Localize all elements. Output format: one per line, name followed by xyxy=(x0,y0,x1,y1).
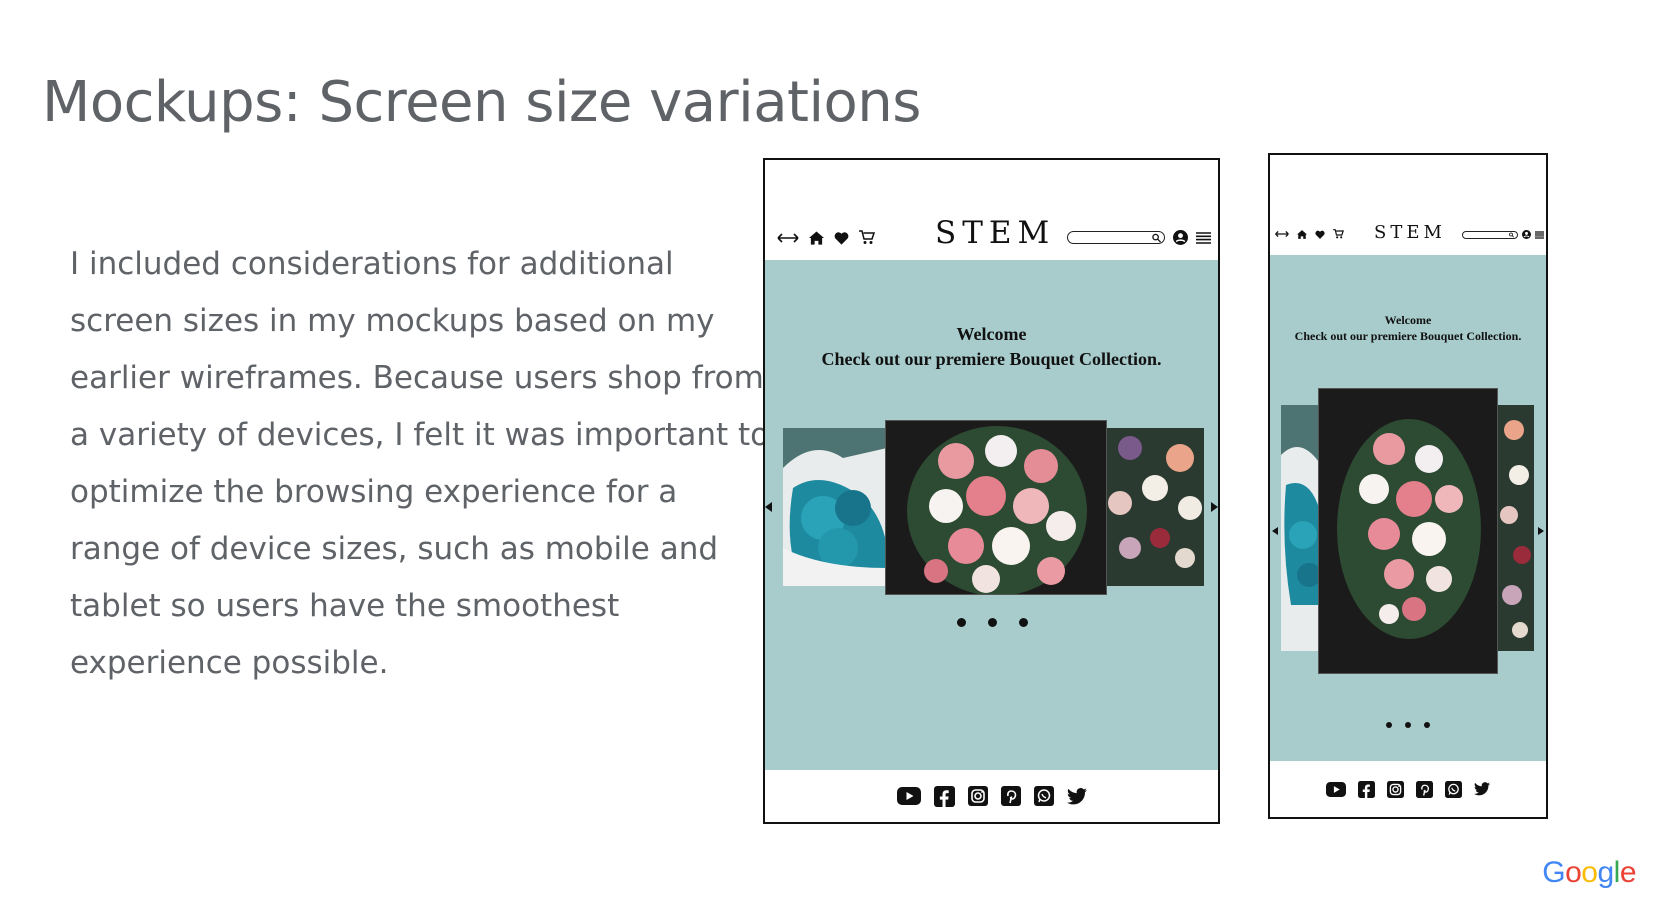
mobile-header: STEM xyxy=(1270,155,1546,255)
pinterest-icon[interactable] xyxy=(1000,786,1021,806)
home-icon[interactable] xyxy=(1297,229,1307,239)
back-forward-icon[interactable] xyxy=(777,232,799,244)
mobile-carousel-image-right[interactable] xyxy=(1494,405,1534,651)
tablet-carousel-dots[interactable] xyxy=(957,618,1028,627)
mobile-hero-section: Welcome Check out our premiere Bouquet C… xyxy=(1270,255,1546,763)
tablet-brand-logo[interactable]: STEM xyxy=(935,215,1055,251)
whatsapp-icon[interactable] xyxy=(1033,786,1054,806)
mobile-welcome-subheading: Check out our premiere Bouquet Collectio… xyxy=(1294,329,1522,343)
tablet-hero-section: Welcome Check out our premiere Bouquet C… xyxy=(765,260,1218,772)
cart-icon[interactable] xyxy=(1333,229,1344,239)
pinterest-icon[interactable] xyxy=(1416,780,1433,798)
search-icon[interactable] xyxy=(1509,232,1514,237)
mobile-search-input[interactable] xyxy=(1462,230,1518,239)
heart-icon[interactable] xyxy=(834,231,849,245)
mobile-carousel-image-left[interactable] xyxy=(1281,405,1321,651)
cart-icon[interactable] xyxy=(859,230,875,245)
mobile-carousel-dots[interactable] xyxy=(1386,722,1430,728)
instagram-icon[interactable] xyxy=(1387,780,1404,798)
carousel-dot[interactable] xyxy=(1405,722,1411,728)
home-icon[interactable] xyxy=(809,230,824,245)
carousel-dot[interactable] xyxy=(1386,722,1392,728)
account-icon[interactable] xyxy=(1173,230,1188,245)
account-icon[interactable] xyxy=(1522,230,1531,239)
twitter-icon[interactable] xyxy=(1474,782,1490,796)
mobile-welcome-heading: Welcome xyxy=(1384,313,1432,327)
menu-icon[interactable] xyxy=(1196,231,1211,244)
slide-title: Mockups: Screen size variations xyxy=(42,70,921,135)
mobile-mockup: STEM Welcome Check out our premiere Bouq… xyxy=(1268,153,1548,819)
mobile-header-right xyxy=(1462,230,1544,239)
mobile-brand-logo[interactable]: STEM xyxy=(1374,222,1446,243)
mobile-carousel-prev-arrow[interactable] xyxy=(1272,527,1278,535)
tablet-welcome-heading: Welcome xyxy=(956,324,1027,344)
google-logo: Google xyxy=(1542,856,1636,890)
tablet-header: STEM xyxy=(765,160,1218,260)
mobile-welcome-text: Welcome Check out our premiere Bouquet C… xyxy=(1270,312,1546,344)
carousel-dot[interactable] xyxy=(1424,722,1430,728)
youtube-icon[interactable] xyxy=(1326,781,1346,797)
tablet-search-input[interactable] xyxy=(1067,231,1165,244)
google-logo-text: Google xyxy=(1542,856,1636,889)
carousel-dot[interactable] xyxy=(988,618,997,627)
instagram-icon[interactable] xyxy=(967,786,988,806)
mobile-carousel-image-center[interactable] xyxy=(1318,388,1498,674)
facebook-icon[interactable] xyxy=(1358,780,1375,798)
tablet-carousel-image-right[interactable] xyxy=(1100,428,1204,586)
heart-icon[interactable] xyxy=(1315,230,1325,239)
tablet-welcome-text: Welcome Check out our premiere Bouquet C… xyxy=(765,322,1218,372)
facebook-icon[interactable] xyxy=(933,785,955,807)
tablet-carousel-next-arrow[interactable] xyxy=(1211,502,1218,512)
slide-body-text: I included considerations for additional… xyxy=(70,246,770,681)
carousel-dot[interactable] xyxy=(957,618,966,627)
twitter-icon[interactable] xyxy=(1066,787,1087,805)
mobile-nav-icons xyxy=(1275,229,1344,239)
tablet-carousel-image-left[interactable] xyxy=(783,428,887,586)
tablet-carousel-prev-arrow[interactable] xyxy=(765,502,772,512)
mobile-footer xyxy=(1270,761,1546,817)
tablet-carousel-image-center[interactable] xyxy=(885,420,1107,595)
tablet-footer xyxy=(765,770,1218,822)
search-icon[interactable] xyxy=(1152,233,1161,242)
tablet-nav-icons xyxy=(777,230,875,245)
menu-icon[interactable] xyxy=(1535,230,1544,239)
tablet-welcome-subheading: Check out our premiere Bouquet Collectio… xyxy=(821,349,1162,369)
tablet-header-right xyxy=(1067,230,1211,245)
mobile-carousel-next-arrow[interactable] xyxy=(1538,527,1544,535)
youtube-icon[interactable] xyxy=(896,787,921,805)
carousel-dot[interactable] xyxy=(1019,618,1028,627)
whatsapp-icon[interactable] xyxy=(1445,780,1462,798)
back-forward-icon[interactable] xyxy=(1275,230,1289,238)
tablet-mockup: STEM Welcome Check out our premiere Bouq… xyxy=(763,158,1220,824)
